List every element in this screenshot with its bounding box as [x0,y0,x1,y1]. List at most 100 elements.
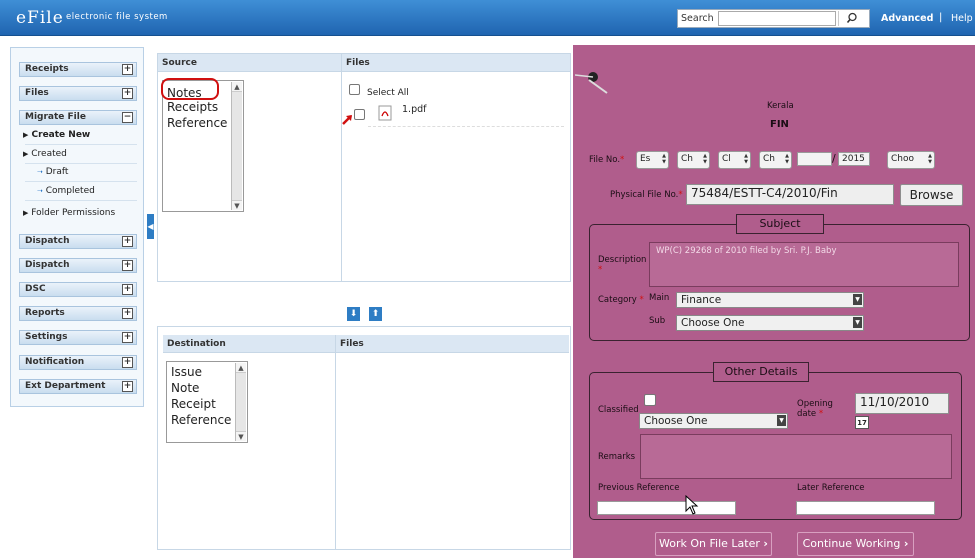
scrollbar[interactable]: ▲ ▼ [231,82,242,210]
file-no-part-2[interactable]: Ch ▲ ▼ [677,151,710,169]
pdf-icon [378,105,392,121]
sidebar-item-label: Receipts [25,64,69,74]
destination-files-header: Files [335,335,569,353]
chevron-down-icon: ▼ [853,317,862,328]
sidebar-item-receipts[interactable]: Receipts + [19,62,137,77]
sub-category-select[interactable]: Choose One ▼ [676,315,864,331]
collapse-icon[interactable]: − [122,112,133,123]
sidebar-item-label: Files [25,88,49,98]
physical-file-no-label: Physical File No.* [610,190,683,200]
sidebar-item-label: Create New [31,130,91,140]
sidebar-item-dispatch[interactable]: Dispatch + [19,234,137,249]
scroll-up-icon[interactable]: ▲ [232,82,242,92]
caret-left-icon: ◀ [147,222,154,231]
browse-button[interactable]: Browse [900,184,963,206]
file-no-part-3[interactable]: Cl ▲ ▼ [718,151,751,169]
source-files-header: Files [341,54,570,72]
expand-icon[interactable]: + [122,260,133,271]
description-textarea[interactable]: WP(C) 29268 of 2010 filed by Sri. P.J. B… [649,242,959,287]
scroll-down-icon[interactable]: ▼ [232,200,242,210]
classified-checkbox[interactable] [644,394,656,406]
physical-file-no-input[interactable]: 75484/ESTT-C4/2010/Fin [686,184,894,205]
expand-icon[interactable]: + [122,236,133,247]
description-label: Description * [598,255,647,275]
expand-icon[interactable]: + [122,381,133,392]
move-up-button[interactable]: ⬆ [369,307,382,321]
sidebar-item-draft[interactable]: ➝ Draft [37,167,68,177]
file-no-part-4[interactable]: Ch ▲ ▼ [759,151,792,169]
search-label: Search [681,13,714,24]
sidebar-item-created[interactable]: ▶ Created [23,149,67,159]
previous-reference-label: Previous Reference [598,483,680,493]
expand-icon[interactable]: + [122,64,133,75]
search-input[interactable] [718,11,836,26]
sidebar-item-notification[interactable]: Notification + [19,355,137,370]
expand-icon[interactable]: + [122,284,133,295]
help-link[interactable]: Help [951,13,973,24]
file-no-year-input[interactable]: 2015 [838,152,870,166]
search-button[interactable] [838,11,864,26]
scrollbar[interactable]: ▲ ▼ [235,363,246,441]
advanced-search-link[interactable]: Advanced [881,13,933,24]
sidebar-item-folder-permissions[interactable]: ▶ Folder Permissions [23,208,115,218]
sidebar-collapse-handle[interactable]: ◀ [147,214,154,239]
divider [368,126,564,127]
chevron-down-icon: ▼ [777,415,786,426]
expand-icon[interactable]: + [122,308,133,319]
file-no-label: File No.* [589,155,625,165]
sidebar-item-completed[interactable]: ➝ Completed [37,186,95,196]
file-no-slash: / [832,152,836,165]
move-down-button[interactable]: ⬇ [347,307,360,321]
opening-date-label: Opening date * [797,399,833,419]
remarks-textarea[interactable] [640,434,952,479]
file-no-part-1[interactable]: Es ▲ ▼ [636,151,669,169]
file-no-number-input[interactable] [797,152,832,166]
opening-date-input[interactable]: 11/10/2010 [855,393,949,414]
sidebar-item-label: Notification [25,357,85,367]
sidebar-item-files[interactable]: Files + [19,86,137,101]
main-category-select[interactable]: Finance ▼ [676,292,864,308]
caret-right-icon: ▶ [23,131,29,139]
destination-listbox[interactable]: Issue Note Receipt Reference ▲ ▼ [166,361,248,443]
later-reference-input[interactable] [796,501,935,515]
file-name[interactable]: 1.pdf [402,104,426,115]
app-header: eFile electronic file system Search Adva… [0,0,975,36]
work-on-file-later-button[interactable]: Work On File Later › [655,532,772,556]
expand-icon[interactable]: + [122,332,133,343]
sidebar-item-create-new[interactable]: ▶ Create New [23,130,90,140]
sidebar-item-label: Created [31,149,67,159]
sidebar-item-label: Draft [45,167,69,177]
sidebar: Receipts + Files + Migrate File − ▶ Create … [10,47,144,407]
sidebar-item-dsc[interactable]: DSC + [19,282,137,297]
divider [25,181,137,182]
sub-label: Sub [649,316,666,326]
app-logo[interactable]: eFile [16,8,64,28]
selected-value: Finance [681,294,722,306]
select-all-checkbox[interactable] [349,84,360,95]
sidebar-item-settings[interactable]: Settings + [19,330,137,345]
header-separator: | [939,12,943,23]
expand-icon[interactable]: + [122,88,133,99]
continue-working-button[interactable]: Continue Working › [797,532,914,556]
destination-header: Destination [163,335,335,353]
column-divider [335,353,336,550]
previous-reference-input[interactable] [597,501,736,515]
selected-value: Choose One [644,415,708,427]
search-icon [846,12,857,24]
scroll-down-icon[interactable]: ▼ [236,431,246,441]
arrow-down-icon: ⬇ [349,309,358,319]
classified-select[interactable]: Choose One ▼ [639,413,788,429]
sidebar-item-migrate-file[interactable]: Migrate File − [19,110,137,125]
calendar-icon[interactable]: 17 [855,416,869,429]
file-no-choose[interactable]: Choo ▲ ▼ [887,151,935,169]
mouse-cursor-icon [685,495,699,515]
classified-label: Classified [598,405,639,415]
scroll-up-icon[interactable]: ▲ [236,363,246,373]
file-checkbox[interactable] [354,109,365,120]
sidebar-item-reports[interactable]: Reports + [19,306,137,321]
sidebar-item-label: Dispatch [25,236,70,246]
sidebar-item-ext-department[interactable]: Ext Department + [19,379,137,394]
expand-icon[interactable]: + [122,357,133,368]
sidebar-item-dispatch-2[interactable]: Dispatch + [19,258,137,273]
category-label: Category * [598,295,644,305]
